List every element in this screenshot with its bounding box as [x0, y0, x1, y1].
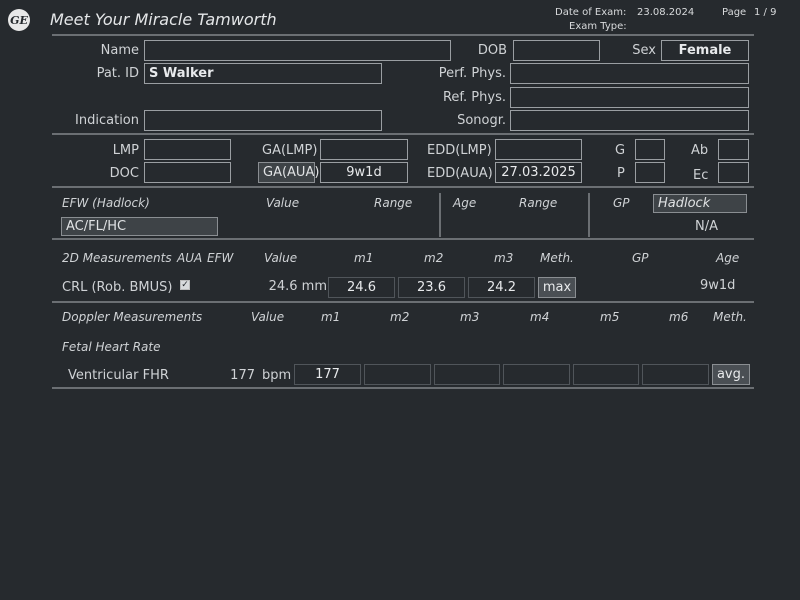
indication-field[interactable] [144, 110, 382, 131]
2d-col-value: Value [264, 251, 298, 265]
sonographer-field[interactable] [510, 110, 749, 131]
para-field[interactable] [635, 162, 665, 183]
doppler-col-m2: m2 [390, 310, 410, 324]
fhr-m2[interactable] [364, 364, 431, 385]
divider [52, 186, 754, 188]
crl-value: 24.6 mm [268, 279, 327, 294]
ga-lmp-label: GA(LMP) [262, 143, 318, 158]
gravida-label: G [615, 143, 626, 158]
dob-field[interactable] [513, 40, 600, 61]
column-divider [588, 193, 590, 237]
fhr-m6[interactable] [642, 364, 709, 385]
2d-col-aua: AUA [177, 251, 203, 265]
2d-col-m2: m2 [424, 251, 444, 265]
crl-m3[interactable]: 24.2 [468, 277, 535, 298]
name-label: Name [100, 43, 139, 58]
patient-id-field[interactable]: S Walker [144, 63, 382, 84]
abortion-field[interactable] [718, 139, 749, 160]
lmp-field[interactable] [144, 139, 231, 160]
ge-logo-icon: GE [8, 9, 30, 31]
efw-col-range: Range [374, 196, 413, 210]
efw-col-age: Age [453, 196, 477, 210]
edd-aua-label: EDD(AUA) [427, 166, 493, 181]
efw-col-value: Value [266, 196, 300, 210]
fhr-row-name: Ventricular FHR [68, 368, 169, 383]
gp-select[interactable]: Hadlock [653, 194, 747, 213]
ectopic-label: Ec [693, 168, 709, 183]
ga-lmp-field[interactable] [320, 139, 408, 160]
divider [52, 301, 754, 303]
2d-col-age: Age [716, 251, 740, 265]
doppler-col-m1: m1 [321, 310, 341, 324]
doppler-col-meth: Meth. [713, 310, 747, 324]
efw-header: EFW (Hadlock) [62, 196, 150, 210]
fetal-heart-rate-header: Fetal Heart Rate [62, 340, 161, 354]
page-title: Meet Your Miracle Tamworth [50, 10, 277, 29]
sonographer-label: Sonogr. [457, 113, 506, 128]
ref-phys-label: Ref. Phys. [442, 90, 506, 105]
name-field[interactable] [144, 40, 451, 61]
crl-method-button[interactable]: max [538, 277, 576, 298]
ga-aua-button[interactable]: GA(AUA) [258, 162, 319, 183]
page-label: Page [722, 7, 747, 18]
para-label: P [617, 166, 625, 181]
perf-phys-label: Perf. Phys. [438, 66, 506, 81]
doc-label: DOC [109, 166, 139, 181]
doppler-header: Doppler Measurements [62, 310, 203, 324]
fhr-m1[interactable]: 177 [294, 364, 361, 385]
2d-header: 2D Measurements [62, 251, 172, 265]
fhr-unit: bpm [262, 368, 292, 383]
edd-aua-field[interactable]: 27.03.2025 [495, 162, 582, 183]
crl-m2[interactable]: 23.6 [398, 277, 465, 298]
crl-age: 9w1d [700, 278, 736, 293]
ectopic-field[interactable] [718, 162, 749, 183]
sex-field[interactable]: Female [661, 40, 749, 61]
crl-row-name: CRL (Rob. BMUS) [62, 280, 173, 295]
ga-aua-field[interactable]: 9w1d [320, 162, 408, 183]
2d-col-efw: EFW [207, 251, 234, 265]
2d-col-meth: Meth. [540, 251, 574, 265]
efw-formula-button[interactable]: AC/FL/HC [61, 217, 218, 236]
divider [52, 133, 754, 135]
fhr-value: 177 [230, 368, 255, 383]
fhr-m5[interactable] [573, 364, 639, 385]
date-of-exam-label: Date of Exam: [555, 7, 627, 18]
doppler-col-value: Value [251, 310, 285, 324]
aua-checkbox[interactable]: ✓ [180, 280, 190, 290]
sex-label: Sex [632, 43, 656, 58]
efw-col-gp: GP [613, 196, 630, 210]
doppler-col-m4: m4 [530, 310, 550, 324]
edd-lmp-label: EDD(LMP) [427, 143, 492, 158]
fhr-m3[interactable] [434, 364, 500, 385]
efw-col-range-2: Range [519, 196, 558, 210]
doc-field[interactable] [144, 162, 231, 183]
lmp-label: LMP [112, 143, 139, 158]
fhr-m4[interactable] [503, 364, 570, 385]
doppler-col-m6: m6 [669, 310, 689, 324]
patient-id-label: Pat. ID [96, 66, 139, 81]
2d-col-m3: m3 [494, 251, 514, 265]
indication-label: Indication [75, 113, 139, 128]
divider [52, 238, 754, 240]
doppler-col-m3: m3 [460, 310, 480, 324]
exam-type-label: Exam Type: [569, 21, 627, 32]
column-divider [439, 193, 441, 237]
edd-lmp-field[interactable] [495, 139, 582, 160]
gravida-field[interactable] [635, 139, 665, 160]
efw-gp-value: N/A [695, 219, 718, 234]
perf-phys-field[interactable] [510, 63, 749, 84]
crl-m1[interactable]: 24.6 [328, 277, 395, 298]
divider [52, 34, 754, 36]
2d-col-m1: m1 [354, 251, 374, 265]
date-of-exam-value: 23.08.2024 [637, 7, 695, 18]
page-number: 1 / 9 [754, 7, 777, 18]
fhr-method-button[interactable]: avg. [712, 364, 750, 385]
2d-col-gp: GP [632, 251, 649, 265]
doppler-col-m5: m5 [600, 310, 620, 324]
dob-label: DOB [477, 43, 507, 58]
abortion-label: Ab [691, 143, 709, 158]
ref-phys-field[interactable] [510, 87, 749, 108]
divider [52, 387, 754, 389]
